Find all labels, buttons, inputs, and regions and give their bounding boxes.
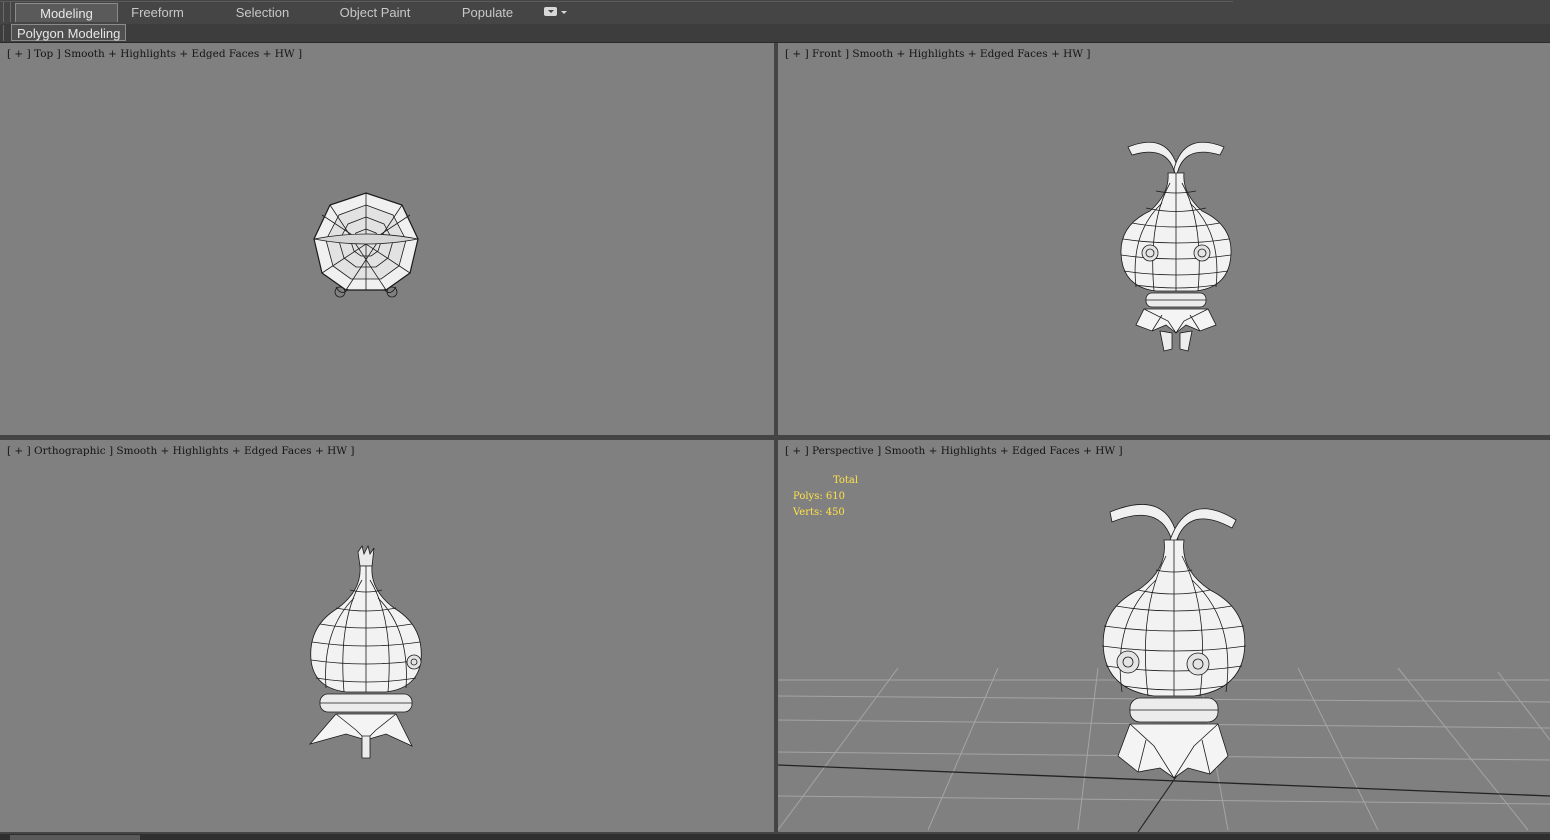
orthographic-view-mesh [308, 544, 422, 759]
time-slider[interactable] [10, 835, 140, 840]
viewport-perspective[interactable]: [ + ] Perspective ] Smooth + Highlights … [778, 440, 1550, 832]
ribbon-tab-bar: Modeling Freeform Selection Object Paint… [0, 0, 1550, 25]
polygon-modeling-panel-button[interactable]: Polygon Modeling [11, 24, 127, 41]
ribbon-subpanel-bar [0, 24, 1550, 43]
tab-freeform[interactable]: Freeform [120, 3, 195, 22]
tab-object-paint[interactable]: Object Paint [330, 3, 420, 22]
stats-title: Total [833, 475, 859, 486]
viewport-label-orthographic[interactable]: [ + ] Orthographic ] Smooth + Highlights… [7, 445, 355, 457]
chevron-down-icon [561, 11, 567, 14]
viewport-top[interactable]: [ + ] Top ] Smooth + Highlights + Edged … [0, 43, 774, 435]
perspective-view-scene [778, 504, 1550, 832]
stats-polys: Polys: 610 [793, 491, 845, 502]
display-icon [544, 7, 557, 16]
tab-modeling[interactable]: Modeling [15, 3, 118, 22]
viewport-front[interactable]: [ + ] Front ] Smooth + Highlights + Edge… [778, 43, 1550, 435]
front-view-mesh [1120, 141, 1232, 352]
viewport-label-perspective[interactable]: [ + ] Perspective ] Smooth + Highlights … [785, 445, 1123, 457]
stats-verts: Verts: 450 [793, 507, 845, 518]
viewport-label-top[interactable]: [ + ] Top ] Smooth + Highlights + Edged … [7, 48, 302, 60]
viewport-label-front[interactable]: [ + ] Front ] Smooth + Highlights + Edge… [785, 48, 1090, 60]
ribbon-tabline [0, 1, 1233, 2]
subpanel-grip-handle[interactable] [3, 25, 8, 41]
tab-populate[interactable]: Populate [450, 3, 525, 22]
tab-selection[interactable]: Selection [225, 3, 300, 22]
viewport-orthographic[interactable]: [ + ] Orthographic ] Smooth + Highlights… [0, 440, 774, 832]
ribbon-options-dropdown[interactable] [542, 6, 568, 20]
top-view-mesh [313, 192, 419, 298]
time-slider-bar [0, 834, 1550, 840]
ribbon-grip-handle[interactable] [3, 2, 11, 22]
